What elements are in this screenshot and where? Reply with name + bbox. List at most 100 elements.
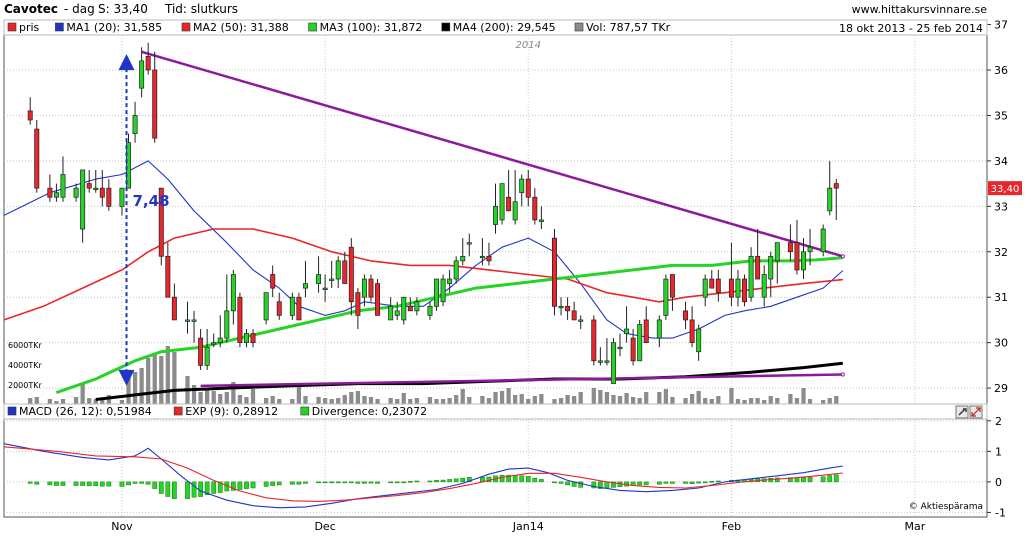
stock-name: Cavotec — [4, 2, 58, 16]
legend-swatch — [55, 22, 64, 32]
candle-body — [466, 242, 472, 245]
candle-body — [355, 292, 361, 316]
copyright-label: © Aktiespärama — [909, 502, 983, 512]
divergence-bar — [460, 477, 466, 483]
divergence-bar — [119, 481, 125, 487]
legend-label: MA3 (100): 31,872 — [320, 21, 423, 34]
divergence-bar — [643, 481, 649, 486]
candle-body — [565, 305, 571, 312]
legend-label: MA2 (50): 31,388 — [193, 21, 289, 34]
candle-body — [801, 251, 806, 271]
volume-bar — [80, 383, 85, 404]
candle-body — [276, 301, 282, 316]
divergence-bar — [532, 477, 538, 483]
candle-body — [217, 337, 223, 344]
volume-bar — [250, 389, 256, 404]
candle-body — [80, 169, 86, 230]
volume-bar — [834, 396, 839, 404]
divergence-bar — [270, 481, 276, 486]
candle-body — [53, 192, 59, 198]
divergence-bar — [827, 475, 833, 483]
volume-bar — [172, 352, 177, 404]
legend-label: MA1 (20): 31,585 — [66, 21, 162, 34]
candle-body — [683, 310, 689, 321]
candle-body — [73, 187, 79, 198]
volume-bar — [198, 392, 203, 404]
volume-bar — [440, 399, 446, 404]
volume-bar — [60, 399, 66, 404]
resize-icon[interactable] — [969, 405, 983, 419]
candle-body — [578, 319, 584, 322]
candle-body — [185, 319, 190, 322]
candle-body — [768, 255, 774, 280]
candle-body — [224, 310, 230, 339]
candle-body — [755, 255, 761, 280]
price-tick-label: 35 — [994, 109, 1008, 122]
candle-body — [289, 296, 295, 316]
candle-body — [702, 278, 708, 298]
site-label[interactable]: www.hittakursvinnare.se — [852, 3, 988, 16]
volume-bar — [296, 386, 302, 404]
candle-body — [270, 274, 276, 289]
divergence-bar — [296, 481, 302, 485]
volume-bar — [349, 392, 354, 404]
candle-body — [237, 296, 243, 344]
divergence-bar — [414, 480, 420, 483]
candle-body — [787, 242, 793, 253]
divergence-bar — [86, 481, 92, 487]
divergence-bar — [440, 479, 446, 483]
volume-bar — [355, 391, 361, 404]
volume-bar — [73, 397, 79, 404]
volume-bar — [735, 399, 741, 404]
candle-body — [361, 278, 367, 298]
year-label: 2014 — [516, 40, 541, 51]
volume-bar — [762, 400, 767, 404]
divergence-bar — [348, 481, 354, 484]
candle-body — [230, 274, 236, 312]
date-range-label: 18 okt 2013 - 25 feb 2014 — [839, 22, 983, 35]
volume-bar — [742, 400, 747, 404]
candle-body — [302, 283, 308, 289]
volume-bar — [395, 399, 400, 404]
volume-bar — [755, 398, 760, 404]
time-tick-label: Nov — [111, 520, 133, 533]
candle-body — [86, 183, 92, 189]
candle-body — [610, 342, 616, 384]
legend-swatch — [300, 406, 310, 416]
legend-swatch — [173, 406, 183, 416]
volume-bar — [716, 396, 721, 404]
divergence-bar — [276, 481, 282, 486]
candle-body — [820, 228, 826, 253]
price-tick-label: 31 — [994, 291, 1008, 304]
candle-body — [742, 278, 748, 303]
volume-bar — [768, 396, 773, 404]
volume-bar — [486, 398, 492, 404]
legend-label: pris — [19, 21, 40, 34]
price-tick-label: 34 — [994, 155, 1008, 168]
time-tick-label: Dec — [314, 520, 335, 533]
divergence-bar — [696, 481, 702, 484]
divergence-bar — [316, 481, 321, 484]
settings-icon[interactable] — [955, 405, 969, 419]
volume-bar — [237, 395, 243, 404]
volume-bar — [388, 398, 393, 404]
candle-body — [263, 292, 269, 321]
volume-bar — [368, 397, 374, 404]
candle-body — [827, 187, 833, 212]
price-tag-label: 33,40 — [991, 184, 1020, 195]
divergence-bar — [132, 481, 138, 484]
price-tick-label: 32 — [994, 246, 1008, 259]
candle-body — [460, 255, 466, 262]
candle-body — [761, 274, 767, 298]
volume-axis: 2000TKr 4000TKr 6000TKr — [8, 341, 42, 390]
time-axis: Nov Dec Jan14 Feb Mar — [111, 520, 926, 533]
divergence-bar — [637, 481, 643, 486]
candle-body — [296, 296, 302, 321]
volume-bar — [191, 385, 197, 404]
candle-body — [204, 346, 210, 366]
divergence-bar — [663, 481, 669, 484]
price-tick-label: 29 — [994, 382, 1008, 395]
volume-bar — [454, 395, 459, 404]
candle-body — [171, 296, 177, 321]
candle-body — [519, 178, 525, 194]
